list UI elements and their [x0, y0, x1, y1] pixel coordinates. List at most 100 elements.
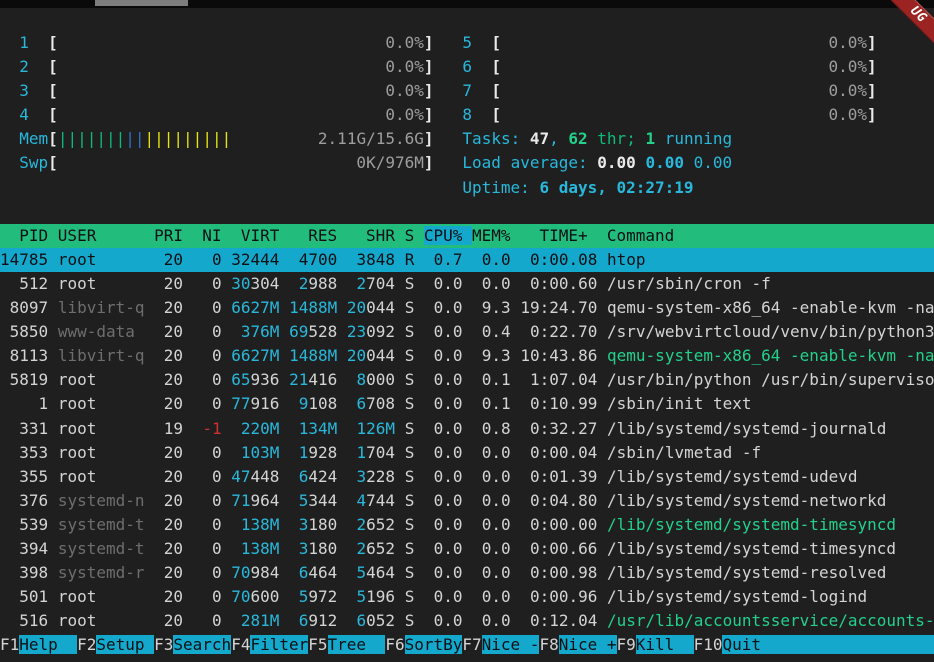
process-row-512[interactable]: 512 root 20 0 30304 2988 2704 S 0.0 0.0 … [0, 272, 934, 296]
text-segment [183, 611, 193, 630]
pid-cell: 14785 [0, 250, 48, 269]
virt-cell: 916 [251, 394, 280, 413]
process-row-331[interactable]: 331 root 19 -1 220M 134M 126M S 0.0 0.8 … [0, 417, 934, 441]
shr-cell: 20 [347, 298, 366, 317]
text-segment [145, 563, 155, 582]
process-row-14785[interactable]: 14785 root 20 0 32444 4700 3848 R 0.7 0.… [0, 248, 934, 272]
process-row-8097[interactable]: 8097 libvirt-q 20 0 6627M 1488M 20044 S … [0, 296, 934, 320]
process-row-1[interactable]: 1 root 20 0 77916 9108 6708 S 0.0 0.1 0:… [0, 392, 934, 416]
text-segment [222, 274, 232, 293]
user-cell: libvirt-q [58, 298, 145, 317]
text-segment [511, 611, 521, 630]
text-segment [395, 250, 405, 269]
fkey-f4-filter[interactable]: F4Filter [231, 635, 308, 654]
fkey-f3-search[interactable]: F3Search [154, 635, 231, 654]
process-row-398[interactable]: 398 systemd-r 20 0 70984 6464 5464 S 0.0… [0, 561, 934, 585]
mem-percent-cell: 0.0 [472, 467, 511, 486]
process-row-501[interactable]: 501 root 20 0 70600 5972 5196 S 0.0 0.0 … [0, 585, 934, 609]
fkey-number: F2 [77, 635, 96, 654]
text-segment [597, 370, 607, 389]
text-segment [279, 419, 289, 438]
uptime-row: Uptime: 6 days, 02:27:19 [0, 176, 934, 200]
cpu-meter-value: 0.0% [58, 105, 424, 124]
pid-cell: 398 [0, 563, 48, 582]
shr-cell: 1 [347, 443, 366, 462]
fkey-f8-nice[interactable]: F8Nice + [539, 635, 616, 654]
nice-cell: 0 [193, 491, 222, 510]
text-segment [145, 394, 155, 413]
text-segment [463, 539, 473, 558]
shr-cell: 228 [366, 467, 395, 486]
cpu-meter-row-2-6: 2 [ 0.0%] 6 [ 0.0%] [0, 55, 934, 79]
fkey-f1-help[interactable]: F1Help [0, 635, 77, 654]
shr-cell: 2 [347, 539, 366, 558]
fkey-f2-setup[interactable]: F2Setup [77, 635, 154, 654]
fkey-f7-nice[interactable]: F7Nice - [462, 635, 539, 654]
process-row-516[interactable]: 516 root 20 0 281M 6912 6052 S 0.0 0.0 0… [0, 609, 934, 633]
nice-cell: 0 [193, 587, 222, 606]
command-cell: /usr/bin/python /usr/bin/superviso [607, 370, 934, 389]
res-cell: 134M [289, 419, 337, 438]
fkey-label: SortBy [405, 635, 463, 654]
process-row-394[interactable]: 394 systemd-t 20 0 138M 3180 2652 S 0.0 … [0, 537, 934, 561]
text-segment [395, 346, 405, 365]
text-segment [279, 298, 289, 317]
meter-close-bracket: ] [867, 81, 877, 100]
fkey-f9-kill[interactable]: F9Kill [617, 635, 694, 654]
state-cell: S [405, 467, 415, 486]
text-segment [145, 298, 155, 317]
meter-close-bracket: ] [424, 153, 434, 172]
meter-close-bracket: ] [424, 33, 434, 52]
column-headers-left[interactable]: PID USER PRI NI VIRT RES SHR S [0, 226, 424, 245]
text-segment [183, 419, 193, 438]
text-segment [222, 250, 232, 269]
process-row-5819[interactable]: 5819 root 20 0 65936 21416 8000 S 0.0 0.… [0, 368, 934, 392]
text-segment [279, 563, 289, 582]
shr-cell: 2 [347, 515, 366, 534]
text-segment [597, 346, 607, 365]
pri-cell: 20 [154, 274, 183, 293]
process-row-539[interactable]: 539 systemd-t 20 0 138M 3180 2652 S 0.0 … [0, 513, 934, 537]
table-header-row[interactable]: PID USER PRI NI VIRT RES SHR S CPU% MEM%… [0, 224, 934, 248]
meter-close-bracket: ] [424, 105, 434, 124]
text-segment [337, 322, 347, 341]
virt-cell: 138M [231, 515, 279, 534]
text-segment [337, 443, 347, 462]
shr-cell: 20 [347, 346, 366, 365]
mem-percent-cell: 0.0 [472, 491, 511, 510]
text-segment [463, 611, 473, 630]
fkey-f6-sortby[interactable]: F6SortBy [385, 635, 462, 654]
column-headers-right[interactable]: MEM% TIME+ Command [472, 226, 934, 245]
text-segment [511, 298, 521, 317]
text-segment [463, 515, 473, 534]
text-segment [183, 539, 193, 558]
fkey-f5-tree[interactable]: F5Tree [308, 635, 385, 654]
text-segment [414, 467, 424, 486]
text-segment [337, 346, 347, 365]
text-segment [597, 515, 607, 534]
shr-cell: 704 [366, 443, 395, 462]
column-header-cpu-sort[interactable]: CPU% [424, 226, 472, 245]
process-row-5850[interactable]: 5850 www-data 20 0 376M 69528 23092 S 0.… [0, 320, 934, 344]
user-cell: root [58, 467, 145, 486]
fkey-number: F5 [308, 635, 327, 654]
process-row-355[interactable]: 355 root 20 0 47448 6424 3228 S 0.0 0.0 … [0, 465, 934, 489]
cpu-meter-value: 0.0% [501, 33, 867, 52]
res-cell: 416 [308, 370, 337, 389]
fkey-label: Quit [722, 635, 934, 654]
process-row-8113[interactable]: 8113 libvirt-q 20 0 6627M 1488M 20044 S … [0, 344, 934, 368]
command-cell: /srv/webvirtcloud/venv/bin/python3 [607, 322, 934, 341]
process-row-376[interactable]: 376 systemd-n 20 0 71964 5344 4744 S 0.0… [0, 489, 934, 513]
text-segment [337, 394, 347, 413]
fkey-f10-quit[interactable]: F10Quit [694, 635, 934, 654]
text-segment [337, 274, 347, 293]
process-row-353[interactable]: 353 root 20 0 103M 1928 1704 S 0.0 0.0 0… [0, 441, 934, 465]
mem-bar-blue: || [125, 129, 144, 148]
fkey-label: Help [19, 635, 77, 654]
text-segment [279, 467, 289, 486]
virt-cell: 6627M [231, 346, 279, 365]
text-segment [48, 370, 58, 389]
text-segment [183, 298, 193, 317]
uptime-text: 6 days, 02:27:19 [539, 178, 693, 197]
text-segment [337, 539, 347, 558]
